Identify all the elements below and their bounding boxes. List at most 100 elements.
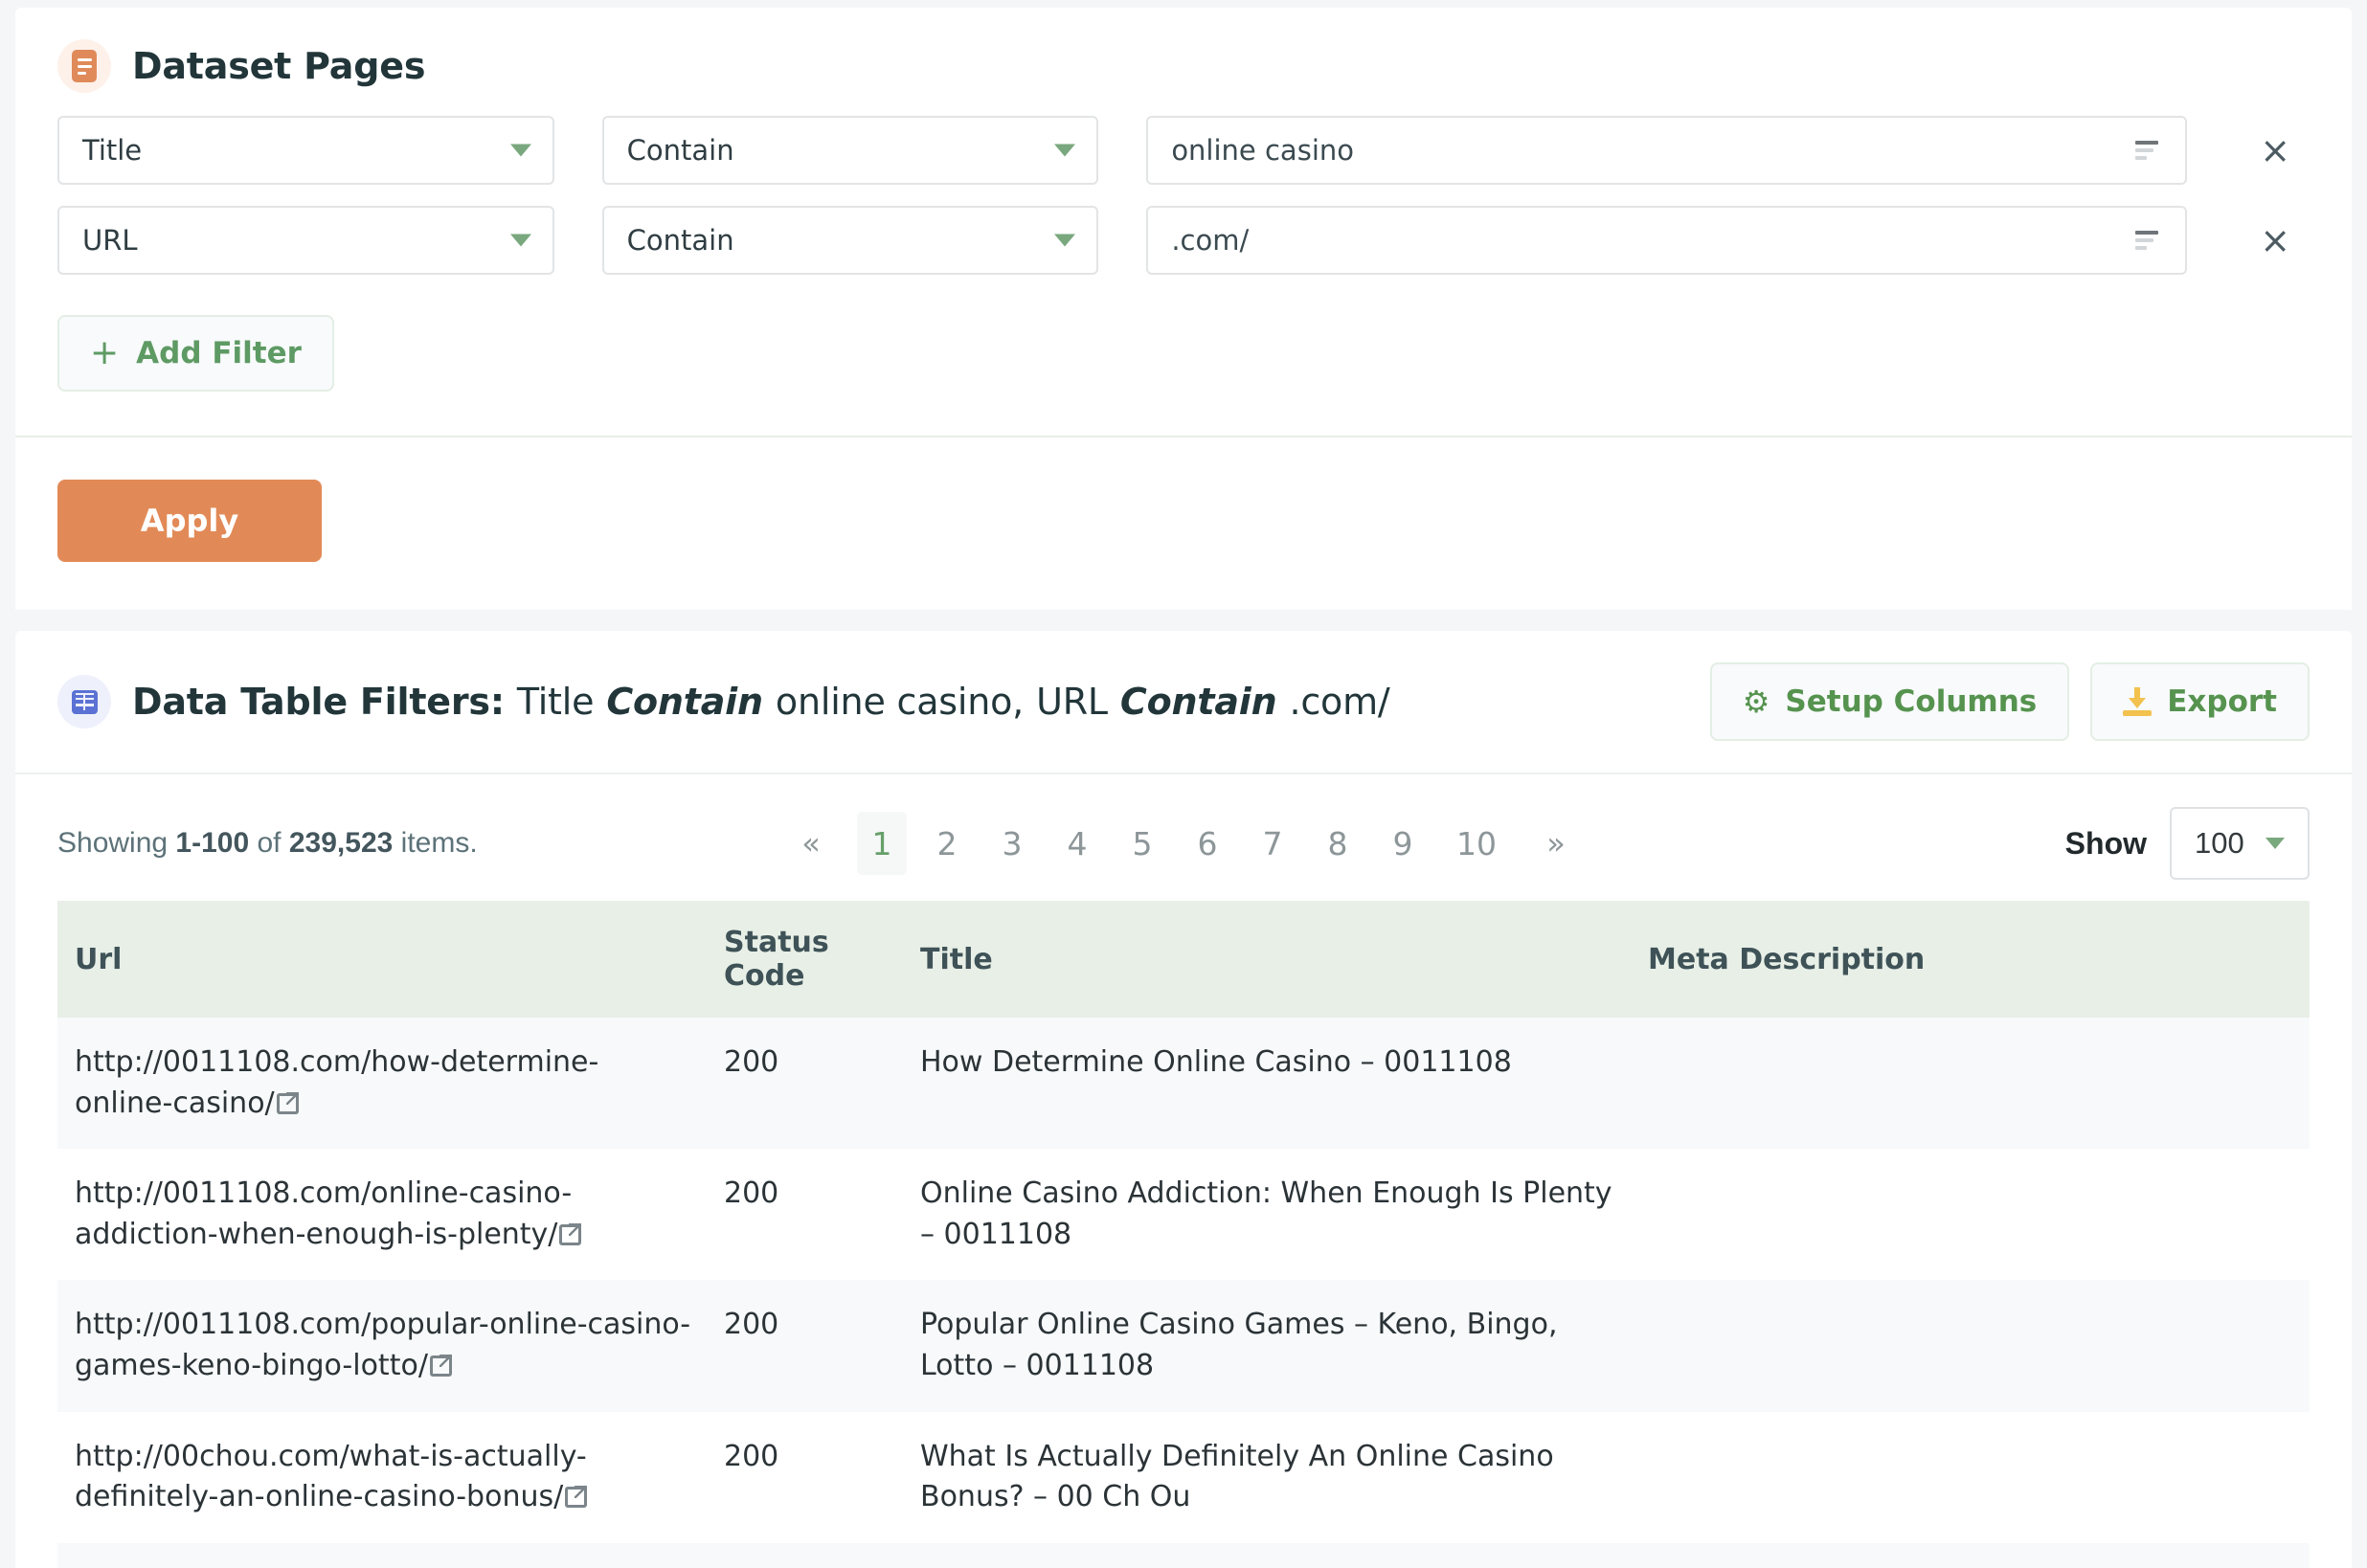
pagination-page-1[interactable]: 1	[857, 812, 907, 875]
column-header-url[interactable]: Url	[57, 901, 709, 1018]
cell-title: Online Casino Faq's Newcomers – 00 Ch Ou	[905, 1542, 1633, 1568]
external-link-icon[interactable]	[565, 1486, 588, 1509]
table-body: http://0011108.com/how-determine-online-…	[57, 1018, 2310, 1568]
cell-meta-description	[1633, 1018, 2310, 1150]
apply-container: Apply	[15, 437, 2352, 610]
filter-field-value-1: Title	[82, 134, 143, 167]
showing-of: of	[257, 827, 282, 859]
gear-icon: ⚙	[1742, 683, 1770, 720]
title-prefix: Data Table Filters:	[132, 681, 505, 723]
table-row: http://0011108.com/popular-online-casino…	[57, 1280, 2310, 1412]
url-text: http://0011108.com/online-casino-addicti…	[75, 1176, 573, 1251]
cell-meta-description	[1633, 1542, 2310, 1568]
filter-row: URL Contain .com/ ×	[57, 206, 2310, 275]
download-icon	[2123, 687, 2153, 716]
cell-title: Popular Online Casino Games – Keno, Bing…	[905, 1280, 1633, 1412]
data-table-actions: ⚙ Setup Columns Export	[1709, 662, 2310, 741]
pagination-prev-button[interactable]: «	[786, 812, 836, 875]
filter-value-text-2: .com/	[1171, 224, 1250, 257]
pagination-page-6[interactable]: 6	[1183, 812, 1232, 875]
cell-url[interactable]: http://00chou.com/what-is-actually-defin…	[57, 1411, 709, 1543]
title-field-2: URL	[1036, 681, 1108, 723]
cell-url[interactable]: http://0011108.com/popular-online-casino…	[57, 1280, 709, 1412]
filter-value-text-1: online casino	[1171, 134, 1354, 167]
page-title: Dataset Pages	[132, 45, 426, 87]
cell-status-code: 200	[709, 1149, 905, 1281]
data-table-header: Data Table Filters: Title Contain online…	[15, 631, 2352, 773]
table-row: http://0011108.com/online-casino-addicti…	[57, 1149, 2310, 1281]
column-header-title[interactable]: Title	[905, 901, 1633, 1018]
dataset-pages-filter-panel: Dataset Pages Title Contain online casin…	[15, 8, 2352, 610]
title-op-1: Contain	[606, 681, 763, 723]
apply-button[interactable]: Apply	[57, 480, 322, 562]
showing-suffix: items.	[400, 827, 478, 859]
data-table-container: Url Status Code Title Meta Description h…	[15, 901, 2352, 1568]
cell-title: Online Casino Addiction: When Enough Is …	[905, 1149, 1633, 1281]
pagination-bar: Showing 1-100 of 239,523 items. « 1 2 3 …	[15, 774, 2352, 901]
external-link-icon[interactable]	[276, 1091, 299, 1114]
page-size-group: Show 100	[2065, 807, 2310, 880]
external-link-icon[interactable]	[429, 1354, 452, 1377]
export-button[interactable]: Export	[2090, 662, 2310, 741]
showing-prefix: Showing	[57, 827, 169, 859]
filter-row: Title Contain online casino ×	[57, 116, 2310, 185]
url-text: http://0011108.com/popular-online-casino…	[75, 1308, 691, 1382]
showing-items-text: Showing 1-100 of 239,523 items.	[57, 827, 478, 860]
url-text: http://00chou.com/what-is-actually-defin…	[75, 1439, 587, 1514]
cell-url[interactable]: http://00chou.com/online-casino-faqs-	[57, 1542, 709, 1568]
filter-field-value-2: URL	[82, 224, 138, 257]
filter-rows: Title Contain online casino × URL Contai…	[15, 93, 2352, 275]
filter-operator-value-2: Contain	[626, 224, 734, 257]
page-size-select[interactable]: 100	[2170, 807, 2310, 880]
results-table: Url Status Code Title Meta Description h…	[57, 901, 2310, 1568]
filter-field-select-2[interactable]: URL	[57, 206, 554, 275]
text-lines-icon[interactable]	[2135, 231, 2159, 250]
add-filter-button[interactable]: + Add Filter	[57, 315, 334, 392]
setup-columns-label: Setup Columns	[1785, 684, 2038, 719]
remove-filter-button-1[interactable]: ×	[2241, 116, 2310, 185]
cell-status-code: 200	[709, 1018, 905, 1150]
text-lines-icon[interactable]	[2135, 141, 2159, 160]
pagination-page-4[interactable]: 4	[1052, 812, 1102, 875]
pagination-page-10[interactable]: 10	[1443, 812, 1510, 875]
cell-meta-description	[1633, 1149, 2310, 1281]
table-head: Url Status Code Title Meta Description	[57, 901, 2310, 1018]
document-icon	[57, 39, 111, 93]
setup-columns-button[interactable]: ⚙ Setup Columns	[1709, 662, 2070, 741]
data-table-filters-title: Data Table Filters: Title Contain online…	[132, 681, 1390, 723]
showing-total: 239,523	[288, 827, 394, 859]
pagination-next-button[interactable]: »	[1531, 812, 1581, 875]
section-gap	[0, 610, 2367, 631]
pagination-page-7[interactable]: 7	[1248, 812, 1297, 875]
showing-range: 1-100	[175, 827, 250, 859]
external-link-icon[interactable]	[559, 1222, 582, 1245]
filter-value-input-1[interactable]: online casino	[1146, 116, 2188, 185]
pagination-page-3[interactable]: 3	[987, 812, 1037, 875]
pagination-page-5[interactable]: 5	[1117, 812, 1167, 875]
chevron-down-icon	[509, 234, 531, 247]
filter-operator-select-2[interactable]: Contain	[601, 206, 1099, 275]
filter-field-select-1[interactable]: Title	[57, 116, 554, 185]
table-row: http://0011108.com/how-determine-online-…	[57, 1018, 2310, 1150]
pagination-page-8[interactable]: 8	[1313, 812, 1363, 875]
cell-title: What Is Actually Definitely An Online Ca…	[905, 1411, 1633, 1543]
cell-url[interactable]: http://0011108.com/online-casino-addicti…	[57, 1149, 709, 1281]
column-header-meta-description[interactable]: Meta Description	[1633, 901, 2310, 1018]
table-grid-icon	[57, 675, 111, 728]
table-row: http://00chou.com/what-is-actually-defin…	[57, 1411, 2310, 1543]
column-header-status-code[interactable]: Status Code	[709, 901, 905, 1018]
cell-status-code: 200	[709, 1542, 905, 1568]
cell-url[interactable]: http://0011108.com/how-determine-online-…	[57, 1018, 709, 1150]
pagination-page-9[interactable]: 9	[1378, 812, 1428, 875]
remove-filter-button-2[interactable]: ×	[2241, 206, 2310, 275]
cell-status-code: 200	[709, 1411, 905, 1543]
app-page: Dataset Pages Title Contain online casin…	[0, 8, 2367, 1568]
export-label: Export	[2167, 684, 2277, 719]
filter-operator-select-1[interactable]: Contain	[601, 116, 1099, 185]
cell-status-code: 200	[709, 1280, 905, 1412]
pagination-page-2[interactable]: 2	[922, 812, 972, 875]
title-field-1: Title	[516, 681, 595, 723]
filter-value-input-2[interactable]: .com/	[1146, 206, 2188, 275]
cell-meta-description	[1633, 1280, 2310, 1412]
url-text: http://0011108.com/how-determine-online-…	[75, 1045, 599, 1120]
